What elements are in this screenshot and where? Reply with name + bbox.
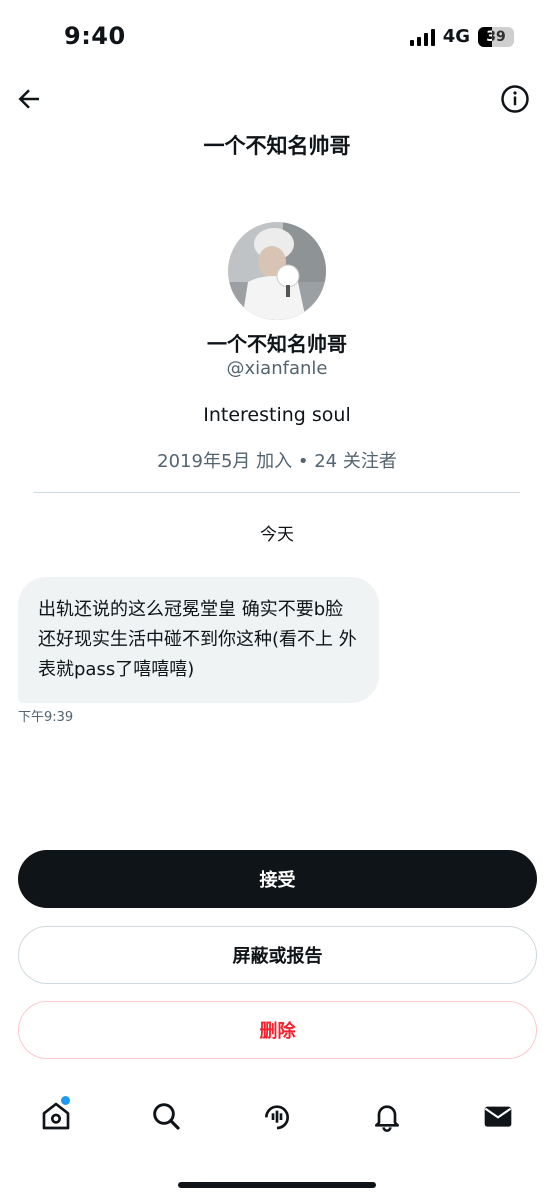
notification-dot [61, 1096, 70, 1105]
mail-icon [484, 1106, 512, 1127]
battery-percent: 39 [486, 28, 506, 45]
arrow-left-icon [18, 89, 39, 109]
status-indicators: 4G 39 [409, 26, 514, 47]
message-bubble[interactable]: 出轨还说的这么冠冕堂皇 确实不要b脸 还好现实生活中碰不到你这种(看不上 外表就… [18, 577, 379, 703]
avatar[interactable] [228, 222, 326, 320]
info-button[interactable] [500, 84, 530, 114]
info-icon [501, 85, 529, 113]
block-report-button[interactable]: 屏蔽或报告 [18, 926, 537, 984]
conversation-title: 一个不知名帅哥 [203, 134, 351, 158]
divider [34, 492, 520, 493]
tab-notifications[interactable] [367, 1096, 407, 1136]
tab-messages[interactable] [478, 1096, 518, 1136]
day-label: 今天 [260, 525, 294, 545]
delete-button[interactable]: 删除 [18, 1001, 537, 1059]
profile-name[interactable]: 一个不知名帅哥 [0, 328, 554, 357]
tab-search[interactable] [146, 1096, 186, 1136]
avatar-image [228, 222, 326, 320]
home-indicator [178, 1182, 376, 1188]
back-button[interactable] [14, 84, 44, 114]
status-time: 9:40 [64, 22, 126, 50]
search-icon [153, 1103, 180, 1130]
home-icon [42, 1102, 70, 1130]
network-type: 4G [442, 26, 470, 47]
cellular-signal-icon [409, 28, 435, 46]
accept-button[interactable]: 接受 [18, 850, 537, 908]
spaces-icon [265, 1105, 290, 1130]
battery-icon: 39 [478, 26, 514, 47]
profile-handle[interactable]: @xianfanle [0, 358, 554, 379]
tab-home[interactable] [36, 1096, 76, 1136]
bell-icon [375, 1105, 399, 1132]
profile-meta: 2019年5月 加入 • 24 关注者 [157, 451, 397, 472]
message-timestamp: 下午9:39 [18, 710, 74, 725]
profile-bio: Interesting soul [203, 404, 351, 426]
tab-spaces[interactable] [257, 1096, 297, 1136]
